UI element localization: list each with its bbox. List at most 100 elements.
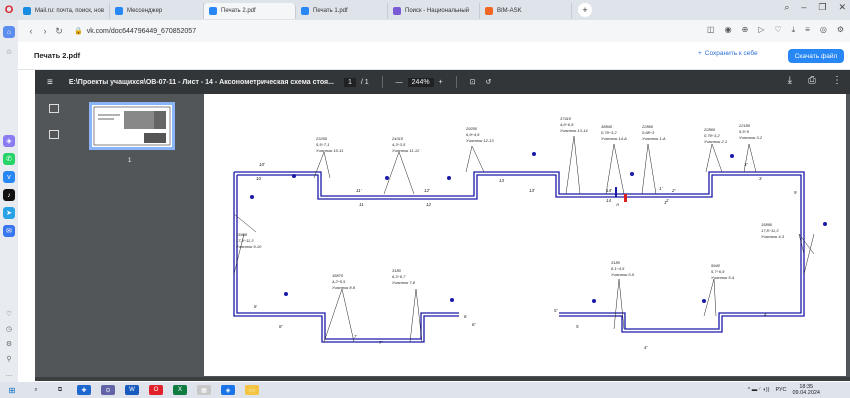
settings-icon[interactable]: ⚙: [3, 338, 15, 350]
search-icon[interactable]: ⌕: [29, 385, 43, 395]
vk-icon[interactable]: v: [3, 171, 15, 183]
settings-icon[interactable]: ⚙: [837, 25, 844, 35]
app-icon[interactable]: ◈: [221, 385, 235, 395]
drawing-label: 22860: [641, 124, 654, 129]
drawing-label: Участок 1-А: [642, 136, 666, 141]
camera-icon[interactable]: ◫: [707, 25, 715, 35]
star-icon[interactable]: ☆: [3, 46, 15, 58]
outline-tab-icon[interactable]: [49, 130, 59, 139]
horizontal-scrollbar[interactable]: [35, 377, 850, 381]
drawing-label: Участок 13-14: [560, 128, 588, 133]
node-label: 12: [426, 202, 432, 207]
excel-icon[interactable]: X: [173, 385, 187, 395]
tiktok-icon[interactable]: ♪: [3, 189, 15, 201]
heart-icon[interactable]: ♡: [774, 25, 781, 35]
node-label: 11: [359, 202, 364, 207]
drawing-label: 24310: [391, 136, 404, 141]
tab-print2[interactable]: Печать 2.pdf: [204, 3, 296, 19]
task-view-icon[interactable]: ⧉: [53, 385, 67, 395]
pdf-page: 23260 5,5÷7,1 Участок 10-11 24310 4,3÷3,5 Уча…: [204, 94, 846, 376]
chat-icon[interactable]: ⊙: [101, 385, 115, 395]
print-icon[interactable]: ⎙: [808, 75, 816, 86]
messenger-icon[interactable]: ✉: [3, 225, 15, 237]
node-label: 5': [554, 308, 558, 313]
search-icon: [393, 7, 401, 15]
drawing-label: 22180: [738, 123, 751, 128]
node-label: 2': [671, 188, 676, 193]
more-vert-icon[interactable]: ⋮: [832, 75, 842, 86]
tab-search[interactable]: Поиск - Национальный: [388, 3, 480, 19]
tab-messenger[interactable]: Мессенджер: [110, 3, 204, 19]
fit-page-icon[interactable]: ⊡: [470, 78, 476, 86]
heart-icon[interactable]: ♡: [3, 308, 15, 320]
drawing-label: 3180: [611, 260, 621, 265]
drawing-label: 37410: [560, 116, 572, 121]
tab-bim[interactable]: BIM-ASK: [480, 3, 572, 19]
language-indicator[interactable]: РУС: [775, 387, 786, 393]
drawing-label: 38840: [601, 124, 613, 129]
reload-icon[interactable]: ↻: [52, 26, 66, 37]
drawing-label: 3180: [392, 268, 402, 273]
node-label: 4': [644, 345, 648, 350]
menu-icon[interactable]: ≡: [805, 25, 810, 35]
opera-icon[interactable]: O: [149, 385, 163, 395]
snapshot-icon[interactable]: ◉: [725, 25, 732, 35]
doc-title: Печать 2.pdf: [34, 51, 81, 60]
browser-tab-bar: O Mail.ru: почта, поиск, нов Мессенджер …: [0, 0, 850, 20]
menu-icon[interactable]: ≡: [47, 77, 53, 88]
pin-icon[interactable]: ⚲: [3, 353, 15, 365]
node-label: 14': [606, 188, 612, 193]
zoom-out-button[interactable]: —: [396, 79, 403, 86]
node-label: 1': [659, 186, 663, 191]
thumbnails-tab-icon[interactable]: [49, 104, 59, 113]
page-thumbnail[interactable]: [89, 102, 175, 150]
drawing-label: Участок 2-1: [704, 139, 727, 144]
history-icon[interactable]: ◷: [3, 323, 15, 335]
node-label: 5: [576, 324, 579, 329]
folder-icon[interactable]: ▭: [245, 385, 259, 395]
forward-icon[interactable]: ›: [38, 26, 52, 36]
url-field[interactable]: 🔒 vk.com/doc644796449_670852057: [74, 27, 196, 36]
download-icon[interactable]: ⤓: [788, 75, 792, 86]
download-file-button[interactable]: Скачать файл: [788, 49, 844, 63]
zoom-input[interactable]: 244%: [407, 77, 434, 87]
page-number-input[interactable]: 1: [343, 77, 356, 87]
profile-icon[interactable]: ◎: [820, 25, 827, 35]
tray-icons[interactable]: ^ ▬ ◜ ◖)): [748, 387, 770, 393]
pdf-toolbar: ≡ E:\Проекты учащихся\ОВ-07-11 - Лист - …: [35, 70, 850, 94]
restore-icon[interactable]: ❐: [818, 2, 826, 13]
search-icon[interactable]: ⌕: [784, 2, 789, 13]
address-bar-actions: ◫ ◉ ⊕ ▷ ♡ ⤓ ≡ ◎ ⚙: [707, 25, 844, 35]
back-icon[interactable]: ‹: [24, 26, 38, 36]
app-icon[interactable]: ✚: [77, 385, 91, 395]
close-icon[interactable]: ✕: [838, 2, 846, 13]
thumbnail-page-number: 1: [128, 158, 132, 164]
windows-start-icon[interactable]: ⊞: [5, 385, 19, 395]
mail-icon: [23, 7, 31, 15]
tab-mail[interactable]: Mail.ru: почта, поиск, нов: [18, 3, 110, 19]
node-label: 2: [665, 198, 669, 203]
whatsapp-icon[interactable]: ✆: [3, 153, 15, 165]
opera-sidebar: ⌂ ☆ ◈ ✆ v ♪ ➤ ✉ ♡ ◷ ⚙ ⚲ …: [0, 20, 18, 382]
opera-logo-icon[interactable]: O: [0, 0, 18, 20]
pdf-viewer[interactable]: 23260 5,5÷7,1 Участок 10-11 24310 4,3÷3,5 Уча…: [200, 94, 850, 380]
save-to-account-button[interactable]: + Сохранить к себе: [698, 50, 758, 57]
tab-print1[interactable]: Печать 1.pdf: [296, 3, 388, 19]
home-icon[interactable]: ⌂: [3, 26, 15, 38]
aria-icon[interactable]: ◈: [3, 135, 15, 147]
vpn-icon[interactable]: ⊕: [742, 25, 749, 35]
window-controls: ⌕ – ❐ ✕: [784, 2, 846, 13]
telegram-icon[interactable]: ➤: [3, 207, 15, 219]
bim-icon: [485, 7, 493, 15]
more-icon[interactable]: …: [3, 368, 15, 380]
rotate-icon[interactable]: ↺: [486, 78, 492, 86]
download-icon[interactable]: ⤓: [792, 25, 796, 35]
word-icon[interactable]: W: [125, 385, 139, 395]
minimize-icon[interactable]: –: [801, 2, 806, 13]
page-total: / 1: [360, 78, 369, 86]
play-icon[interactable]: ▷: [758, 25, 764, 35]
app-icon[interactable]: ▦: [197, 385, 211, 395]
new-tab-button[interactable]: +: [578, 3, 592, 17]
clock[interactable]: 18:35 09.04.2024: [792, 384, 820, 396]
zoom-in-button[interactable]: +: [439, 79, 443, 86]
